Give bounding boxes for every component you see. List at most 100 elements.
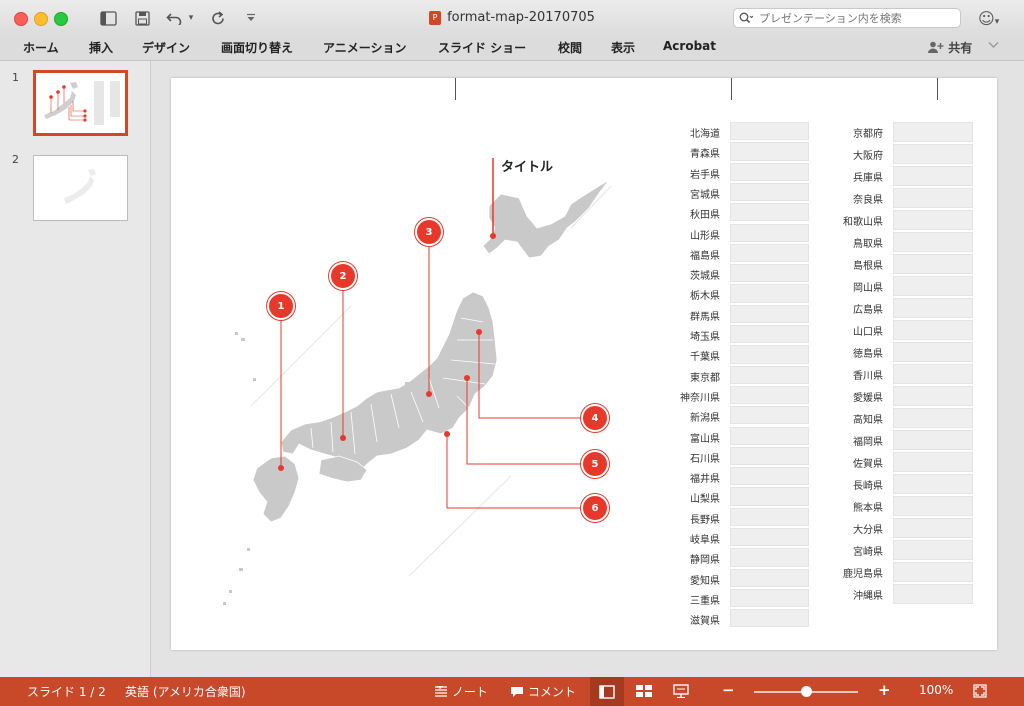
sidebar-toggle-icon[interactable] (98, 8, 118, 28)
prefecture-value-box[interactable] (893, 496, 973, 516)
prefecture-value-box[interactable] (893, 210, 973, 230)
prefecture-value-box[interactable] (730, 507, 809, 526)
prefecture-value-box[interactable] (893, 408, 973, 428)
prefecture-value-box[interactable] (893, 254, 973, 274)
prefecture-value-box[interactable] (893, 298, 973, 318)
prefecture-value-box[interactable] (893, 584, 973, 604)
prefecture-value-box[interactable] (893, 166, 973, 186)
marker-3[interactable]: 3 (415, 218, 443, 246)
slide-sorter-button[interactable] (636, 685, 652, 700)
notes-button[interactable]: ノート (434, 683, 488, 700)
comments-label: コメント (527, 685, 576, 699)
prefecture-value-box[interactable] (730, 406, 809, 425)
prefecture-label: 東京都 (690, 372, 720, 384)
marker-5[interactable]: 5 (581, 450, 609, 478)
tab-transitions[interactable]: 画面切り替え (221, 39, 293, 56)
prefecture-value-box[interactable] (730, 162, 809, 181)
prefecture-value-box[interactable] (730, 284, 809, 303)
prefecture-value-box[interactable] (893, 364, 973, 384)
prefecture-value-box[interactable] (893, 386, 973, 406)
prefecture-value-box[interactable] (893, 562, 973, 582)
prefecture-label: 大阪府 (853, 151, 883, 162)
slide-thumbnail-preview (44, 81, 120, 125)
prefecture-value-box[interactable] (730, 568, 809, 587)
prefecture-value-box[interactable] (730, 264, 809, 283)
minimize-window-button[interactable] (34, 12, 48, 26)
prefecture-value-box[interactable] (893, 144, 973, 164)
comments-button[interactable]: コメント (510, 683, 576, 700)
feedback-smiley-icon[interactable]: ☺▾ (978, 9, 999, 28)
customize-toolbar-icon[interactable] (244, 8, 258, 28)
tab-review[interactable]: 校閲 (558, 39, 582, 56)
slide-thumbnail-1[interactable] (33, 70, 128, 136)
tab-home[interactable]: ホーム (23, 39, 59, 56)
prefecture-value-box[interactable] (893, 122, 973, 142)
prefecture-value-box[interactable] (893, 320, 973, 340)
kyushu-shape (252, 455, 300, 523)
marker-4[interactable]: 4 (581, 404, 609, 432)
prefecture-value-box[interactable] (730, 325, 809, 344)
prefecture-value-box[interactable] (730, 548, 809, 567)
undo-dropdown-icon[interactable]: ▾ (186, 8, 196, 28)
tab-insert[interactable]: 挿入 (89, 39, 113, 56)
prefecture-value-box[interactable] (730, 223, 809, 242)
prefecture-value-box[interactable] (730, 142, 809, 161)
zoom-slider-knob[interactable] (800, 686, 812, 697)
prefecture-value-box[interactable] (730, 446, 809, 466)
prefecture-value-box[interactable] (730, 487, 809, 506)
prefecture-value-box[interactable] (893, 540, 973, 560)
prefecture-value-box[interactable] (730, 528, 809, 547)
prefecture-value-box[interactable] (730, 426, 809, 445)
prefecture-value-box[interactable] (730, 385, 809, 405)
close-window-button[interactable] (14, 12, 28, 26)
prefecture-value-box[interactable] (730, 345, 809, 364)
prefecture-value-box[interactable] (893, 342, 973, 362)
prefecture-value-box[interactable] (730, 365, 809, 384)
prefecture-value-box[interactable] (730, 243, 809, 263)
prefecture-value-box[interactable] (893, 276, 973, 296)
prefecture-value-box[interactable] (893, 452, 973, 472)
share-button[interactable]: 共有 (928, 39, 972, 56)
tab-slideshow[interactable]: スライド ショー (438, 39, 526, 56)
prefecture-value-box[interactable] (730, 467, 809, 486)
prefecture-value-box[interactable] (893, 430, 973, 450)
marker-2[interactable]: 2 (329, 262, 357, 290)
prefecture-value-box[interactable] (893, 474, 973, 494)
prefecture-value-box[interactable] (893, 188, 973, 208)
prefecture-label: 愛媛県 (853, 393, 883, 404)
tab-acrobat[interactable]: Acrobat (663, 39, 716, 53)
zoom-level[interactable]: 100% (919, 683, 953, 697)
prefecture-value-box[interactable] (730, 122, 809, 141)
tab-design[interactable]: デザイン (142, 39, 190, 56)
prefecture-value-box[interactable] (893, 232, 973, 252)
share-label: 共有 (948, 41, 973, 55)
marker-1[interactable]: 1 (267, 292, 295, 320)
undo-icon[interactable] (164, 8, 184, 28)
prefecture-value-box[interactable] (730, 182, 809, 202)
zoom-window-button[interactable] (54, 12, 68, 26)
slide-canvas[interactable]: タイトル 1 2 3 4 5 6 北海道 青森県 岩手県 宮城県 秋田県 山形県 福島県 茨城… (171, 78, 997, 650)
marker-6[interactable]: 6 (581, 494, 609, 522)
tab-view[interactable]: 表示 (611, 39, 635, 56)
collapse-ribbon-chevron-icon[interactable] (988, 39, 999, 52)
language-indicator[interactable]: 英語 (アメリカ合衆国) (125, 683, 246, 700)
zoom-out-button[interactable]: − (722, 681, 735, 699)
normal-view-button[interactable] (590, 677, 624, 706)
prefecture-value-box[interactable] (730, 609, 809, 628)
zoom-in-button[interactable]: + (878, 681, 891, 699)
fit-to-window-button[interactable] (973, 684, 987, 701)
search-input[interactable] (757, 10, 951, 26)
prefecture-value-box[interactable] (730, 588, 809, 608)
redo-icon[interactable] (208, 8, 228, 28)
tab-animations[interactable]: アニメーション (323, 39, 407, 56)
slide-thumbnail-2[interactable] (33, 155, 128, 221)
prefecture-value-box[interactable] (730, 304, 809, 323)
save-icon[interactable] (132, 8, 152, 28)
prefecture-value-box[interactable] (893, 518, 973, 538)
search-box[interactable] (733, 8, 961, 28)
window-title-text: format-map-20170705 (447, 10, 595, 25)
prefecture-value-box[interactable] (730, 203, 809, 222)
presenter-view-button[interactable] (673, 684, 689, 701)
slide-title[interactable]: タイトル (501, 156, 553, 175)
prefecture-label: 茨城県 (690, 271, 720, 283)
